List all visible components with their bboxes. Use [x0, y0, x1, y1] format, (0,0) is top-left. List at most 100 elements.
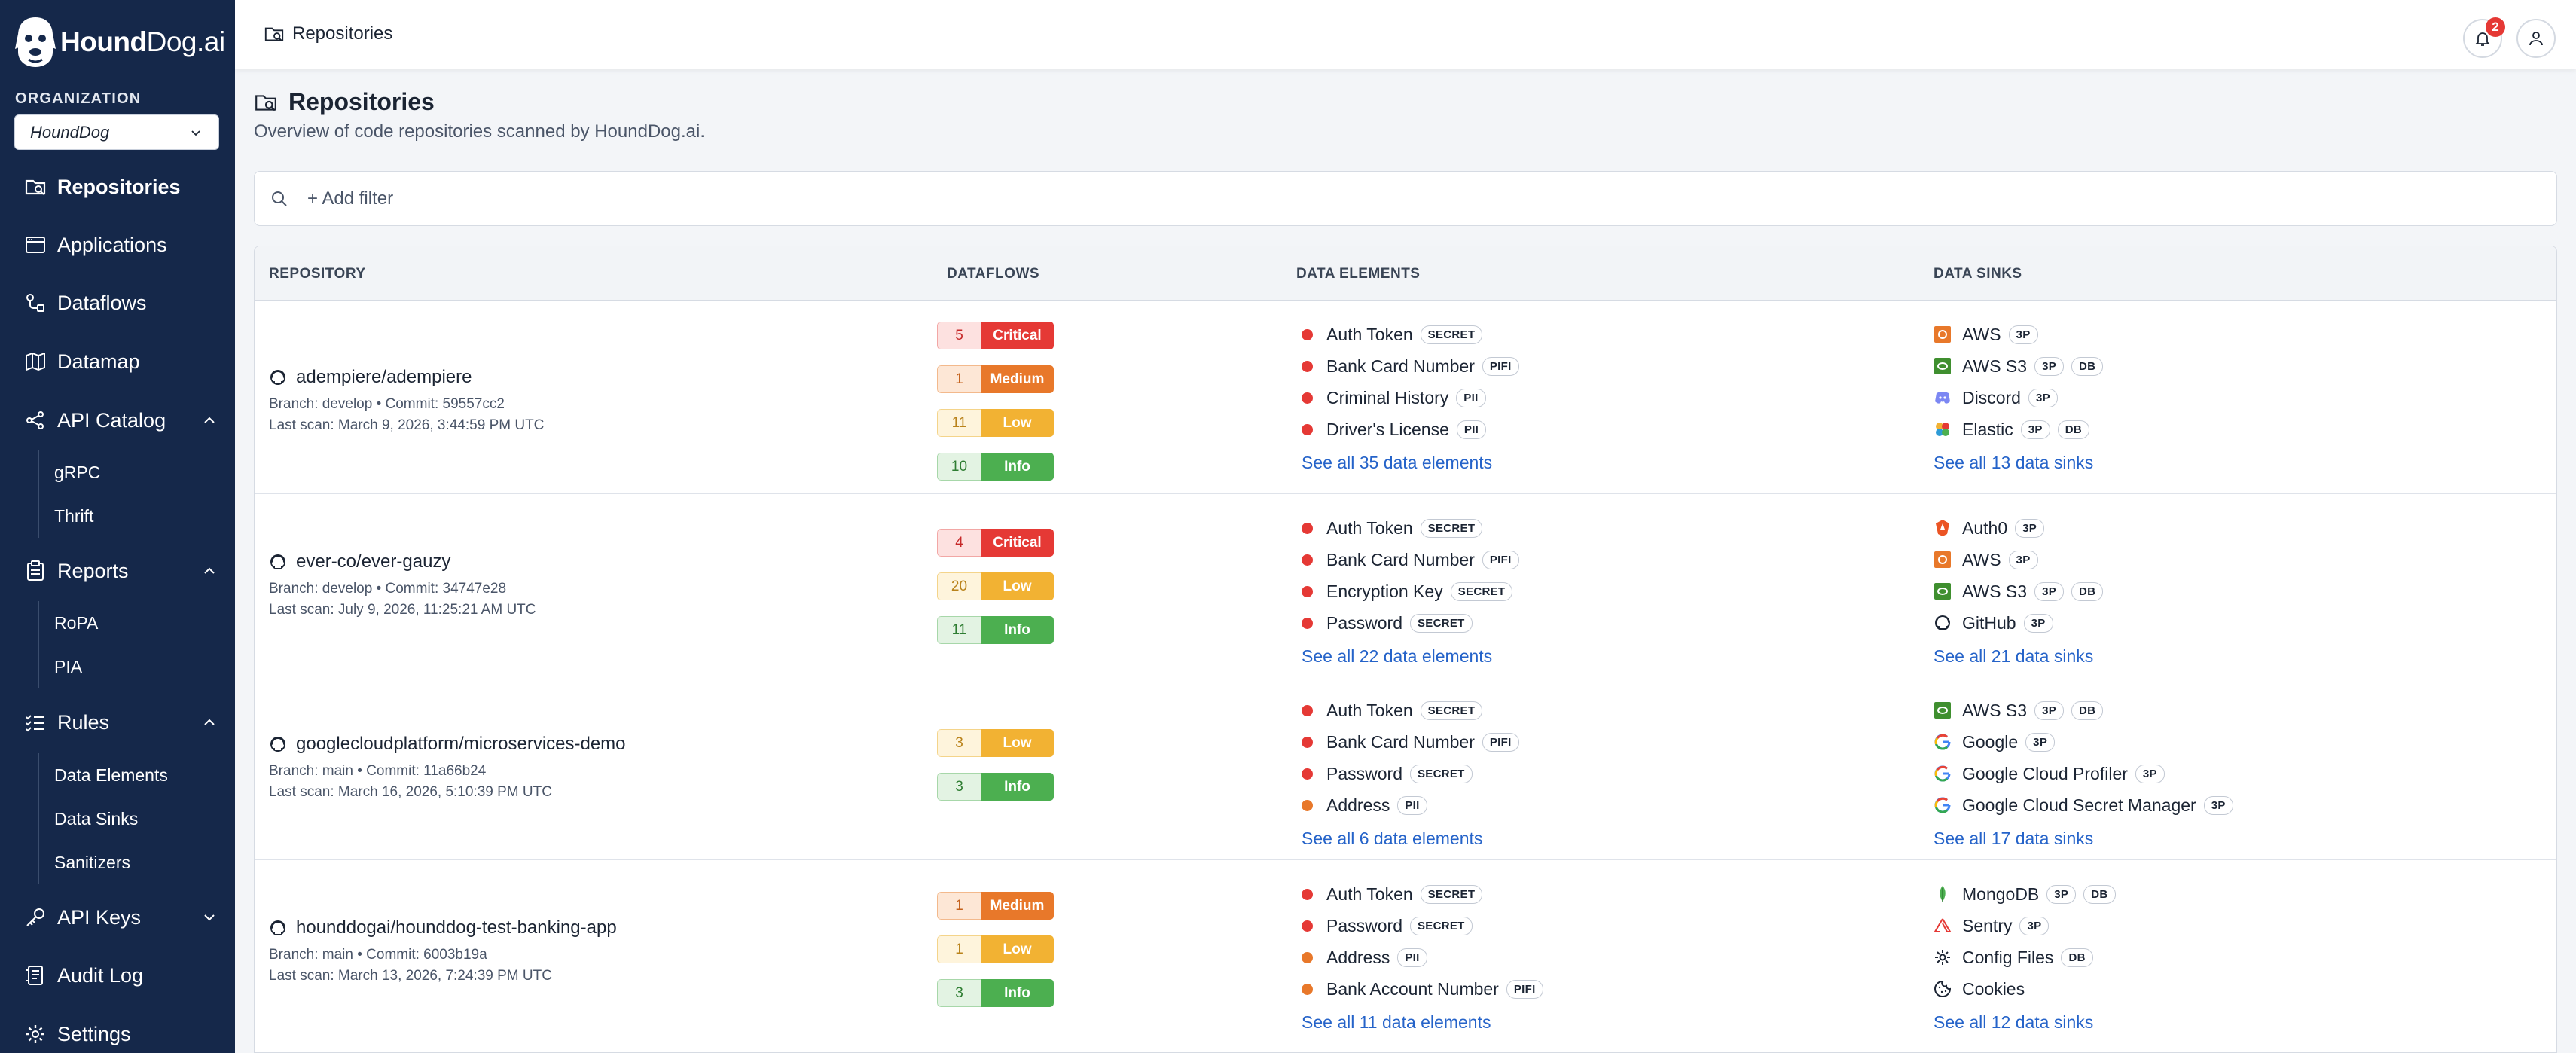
top-bar: Repositories 2 [235, 0, 2576, 69]
data-element-item[interactable]: Auth Token SECRET [1302, 319, 1519, 350]
data-element-item[interactable]: Bank Card Number PIFI [1302, 350, 1519, 382]
see-all-data-sinks-link[interactable]: See all 17 data sinks [1934, 823, 2233, 854]
see-all-data-sinks-link[interactable]: See all 13 data sinks [1934, 447, 2103, 478]
nav-audit-log[interactable]: Audit Log [23, 957, 226, 993]
chevron-down-icon [191, 130, 200, 136]
data-element-name: Password [1326, 612, 1402, 633]
data-sink-item[interactable]: AWS S3 3P DB [1934, 350, 2104, 382]
data-sink-item[interactable]: Google 3P [1934, 726, 2233, 758]
data-element-item[interactable]: Address PII [1302, 942, 1543, 973]
data-sink-item[interactable]: Sentry 3P [1934, 910, 2116, 942]
data-element-tag: SECRET [1409, 613, 1473, 633]
nav-api-catalog[interactable]: API Catalog [23, 402, 226, 438]
data-element-item[interactable]: Bank Account Number PIFI [1302, 973, 1543, 1005]
hounddog-logo[interactable]: HoundDog.ai [14, 12, 225, 72]
data-element-item[interactable]: Auth Token SECRET [1302, 694, 1519, 726]
data-element-item[interactable]: Password SECRET [1302, 758, 1519, 789]
nav-thrift[interactable]: Thrift [39, 494, 218, 538]
nav-rules[interactable]: Rules [23, 704, 226, 740]
add-filter-button[interactable]: + Add filter [307, 188, 393, 209]
table-row[interactable]: googlecloudplatform/microservices-demo Br… [255, 676, 2556, 860]
column-dataflows[interactable]: DATAFLOWS [947, 266, 1039, 282]
data-sink-item[interactable]: AWS S3 3P DB [1934, 575, 2104, 607]
repository-link[interactable]: hounddogai/hounddog-test-banking-app [269, 917, 617, 939]
nav-applications[interactable]: Applications [23, 227, 226, 263]
repository-link[interactable]: googlecloudplatform/microservices-demo [269, 734, 626, 755]
data-sink-item[interactable]: AWS 3P [1934, 544, 2103, 575]
repository-link[interactable]: adempiere/adempiere [269, 367, 544, 388]
user-menu-button[interactable] [2516, 19, 2556, 58]
nav-data-elements[interactable]: Data Elements [39, 753, 218, 797]
table-row[interactable]: ever-co/ever-gauzy Branch: develop • Comm… [255, 494, 2556, 676]
column-data-sinks[interactable]: DATA SINKS [1934, 266, 2022, 282]
data-sink-item[interactable]: GitHub 3P [1934, 607, 2103, 639]
dataflow-info-pill[interactable]: 11 Info [937, 616, 1054, 644]
data-sink-item[interactable]: Config Files DB [1934, 942, 2116, 973]
table-row[interactable]: adempiere/adempiere Branch: develop • Com… [255, 301, 2556, 494]
data-sink-item[interactable]: Auth0 3P [1934, 512, 2103, 544]
mongodb-icon [1934, 885, 1952, 903]
filter-bar[interactable]: + Add filter [254, 171, 2557, 226]
data-sink-item[interactable]: Google Cloud Profiler 3P [1934, 758, 2233, 789]
search-icon [272, 191, 287, 206]
see-all-data-sinks-link[interactable]: See all 21 data sinks [1934, 640, 2103, 672]
nav-settings[interactable]: Settings [23, 1016, 226, 1052]
nav-sanitizers[interactable]: Sanitizers [39, 841, 218, 884]
nav-api-keys[interactable]: API Keys [23, 899, 226, 935]
nav-reports[interactable]: Reports [23, 553, 226, 589]
table-row[interactable]: hounddogai/hounddog-test-banking-app Bran… [255, 860, 2556, 1048]
see-all-data-elements-link[interactable]: See all 11 data elements [1302, 1006, 1543, 1038]
dataflow-low-pill[interactable]: 11 Low [937, 409, 1054, 437]
data-element-item[interactable]: Driver's License PII [1302, 414, 1519, 445]
see-all-data-elements-link[interactable]: See all 6 data elements [1302, 823, 1519, 854]
nav-datamap[interactable]: Datamap [23, 343, 226, 380]
data-sink-item[interactable]: Elastic 3P DB [1934, 414, 2103, 445]
data-sink-item[interactable]: MongoDB 3P DB [1934, 878, 2116, 910]
data-element-item[interactable]: Password SECRET [1302, 910, 1543, 942]
notifications-button[interactable]: 2 [2463, 17, 2505, 58]
dataflow-info-pill[interactable]: 3 Info [937, 979, 1054, 1007]
nav-repositories[interactable]: Repositories [23, 169, 226, 205]
column-repository[interactable]: REPOSITORY [269, 266, 366, 282]
see-all-data-sinks-link[interactable]: See all 12 data sinks [1934, 1006, 2116, 1038]
nav-dataflows[interactable]: Dataflows [23, 285, 226, 321]
folder-search-icon [25, 179, 46, 195]
organization-select[interactable]: HoundDog [14, 114, 219, 150]
see-all-data-elements-link[interactable]: See all 35 data elements [1302, 447, 1519, 478]
data-element-item[interactable]: Bank Card Number PIFI [1302, 544, 1519, 575]
data-sink-item[interactable]: Discord 3P [1934, 382, 2103, 414]
data-element-item[interactable]: Encryption Key SECRET [1302, 575, 1519, 607]
data-element-name: Auth Token [1326, 324, 1413, 344]
nav-data-sinks[interactable]: Data Sinks [39, 797, 218, 841]
dataflow-low-pill[interactable]: 3 Low [937, 729, 1054, 757]
data-sink-item[interactable]: AWS S3 3P DB [1934, 694, 2233, 726]
data-element-item[interactable]: Bank Card Number PIFI [1302, 726, 1519, 758]
data-sink-item[interactable]: AWS 3P [1934, 319, 2103, 350]
dataflow-info-pill[interactable]: 10 Info [937, 453, 1054, 481]
column-data-elements[interactable]: DATA ELEMENTS [1296, 266, 1420, 282]
data-element-item[interactable]: Auth Token SECRET [1302, 512, 1519, 544]
dataflow-low-pill[interactable]: 20 Low [937, 572, 1054, 600]
dataflow-critical-pill[interactable]: 4 Critical [937, 529, 1054, 557]
breadcrumb[interactable]: Repositories [264, 23, 392, 44]
dataflow-low-pill[interactable]: 1 Low [937, 935, 1054, 963]
data-sink-item[interactable]: Cookies [1934, 973, 2116, 1005]
nav-pia[interactable]: PIA [39, 645, 218, 688]
data-element-item[interactable]: Criminal History PII [1302, 382, 1519, 414]
nav-grpc[interactable]: gRPC [39, 450, 218, 494]
data-sink-tag: DB [2071, 700, 2104, 720]
branch-commit: Branch: develop • Commit: 59557cc2 [269, 396, 505, 412]
data-element-item[interactable]: Auth Token SECRET [1302, 878, 1543, 910]
data-element-item[interactable]: Password SECRET [1302, 607, 1519, 639]
data-element-item[interactable]: Address PII [1302, 789, 1519, 821]
dataflow-medium-pill[interactable]: 1 Medium [937, 365, 1054, 393]
data-sink-tag: 3P [2034, 356, 2065, 376]
repository-link[interactable]: ever-co/ever-gauzy [269, 551, 536, 572]
nav-ropa[interactable]: RoPA [39, 601, 218, 645]
data-sink-item[interactable]: Google Cloud Secret Manager 3P [1934, 789, 2233, 821]
dataflow-info-pill[interactable]: 3 Info [937, 773, 1054, 801]
dataflow-medium-pill[interactable]: 1 Medium [937, 892, 1054, 920]
see-all-data-elements-link[interactable]: See all 22 data elements [1302, 640, 1519, 672]
dataflow-critical-pill[interactable]: 5 Critical [937, 322, 1054, 349]
google-icon [1934, 796, 1952, 814]
